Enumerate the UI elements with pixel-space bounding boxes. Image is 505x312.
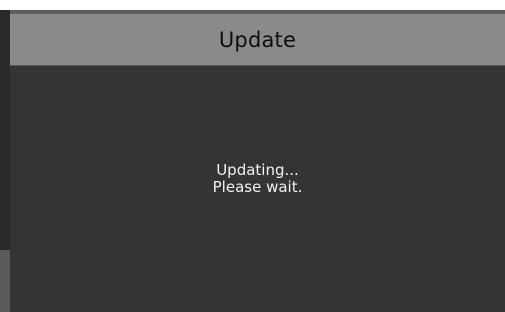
status-line-updating: Updating... [216,161,299,179]
dialog-title: Update [218,27,297,52]
status-line-please-wait: Please wait. [212,178,303,196]
screen: Update Updating... Please wait. [0,0,505,312]
dialog-header: Update [10,14,505,66]
dialog-body: Updating... Please wait. [10,66,505,312]
background-left-edge [0,10,10,250]
update-dialog: Update Updating... Please wait. [10,14,505,312]
background-left-edge-lower [0,250,10,312]
status-message: Updating... Please wait. [213,162,303,196]
